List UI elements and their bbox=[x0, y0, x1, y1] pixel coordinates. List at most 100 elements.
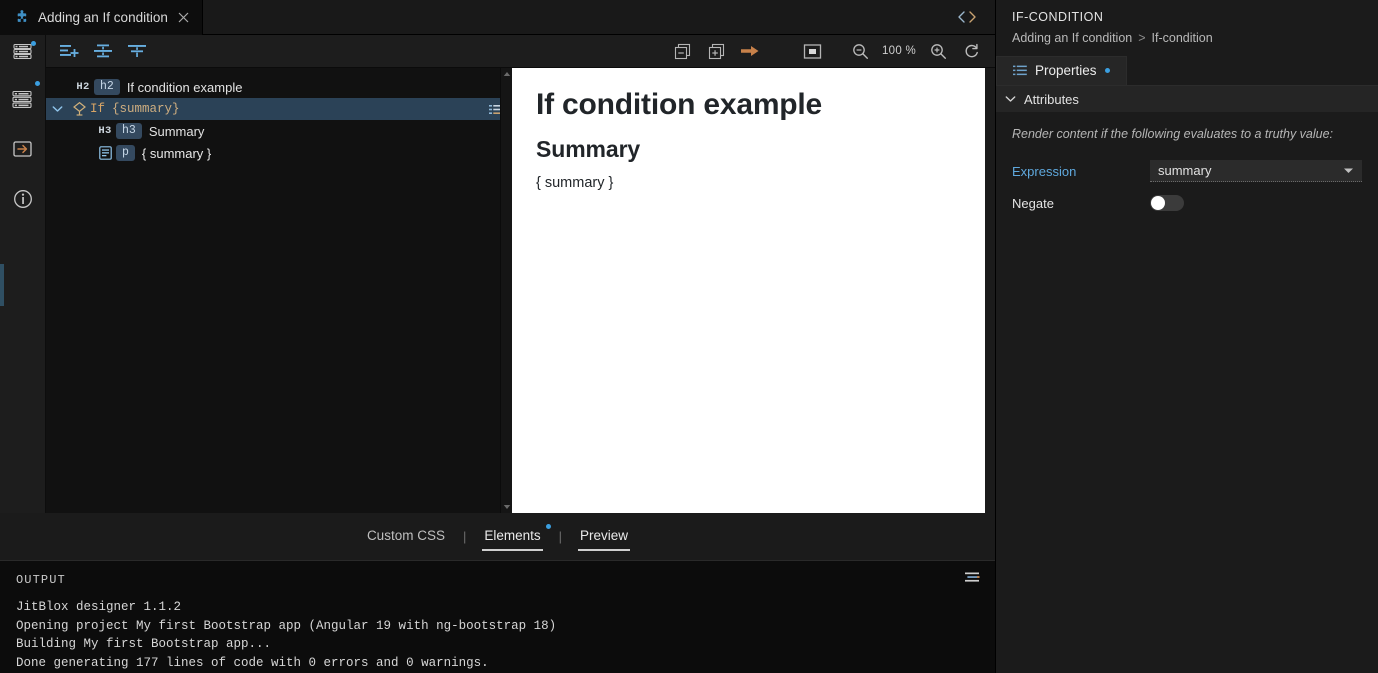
rail-active-marker bbox=[0, 264, 4, 306]
preview-canvas[interactable]: If condition example Summary { summary } bbox=[512, 68, 985, 516]
tab-properties-label: Properties bbox=[1035, 63, 1097, 78]
tab-label: Adding an If condition bbox=[38, 10, 168, 25]
expression-value: summary bbox=[1158, 163, 1212, 178]
tab-preview-underline bbox=[578, 549, 631, 551]
field-negate: Negate bbox=[1012, 195, 1362, 211]
zoom-level: 100 % bbox=[881, 45, 917, 57]
breadcrumb-current: If-condition bbox=[1151, 31, 1213, 45]
section-attributes[interactable]: Attributes bbox=[996, 86, 1378, 113]
inspector-title: IF-CONDITION bbox=[1012, 10, 1104, 24]
expression-select[interactable]: summary bbox=[1150, 160, 1362, 182]
tab-elements-underline bbox=[482, 549, 543, 551]
insert-below-icon[interactable] bbox=[125, 39, 149, 63]
refresh-icon[interactable] bbox=[959, 39, 983, 63]
workspace: H2 h2 If condition example If {summary} … bbox=[0, 68, 995, 516]
main-area: Adding an If condition 100 % H2 h2 If co… bbox=[0, 0, 996, 673]
inspector-panel: IF-CONDITION Adding an If condition > If… bbox=[996, 0, 1378, 673]
expand-all-icon[interactable] bbox=[704, 39, 728, 63]
toolbar-insert-group bbox=[46, 39, 149, 63]
tab-strip-filler bbox=[202, 0, 995, 34]
puzzle-icon bbox=[14, 9, 30, 26]
tree-row-label: If bbox=[90, 102, 106, 116]
go-to-next-icon[interactable] bbox=[738, 39, 762, 63]
output-line: JitBlox designer 1.1.2 bbox=[16, 600, 182, 614]
if-condition-diamond-icon bbox=[68, 101, 90, 117]
field-negate-label: Negate bbox=[1012, 195, 1054, 211]
tree-scrollbar[interactable] bbox=[500, 68, 512, 513]
sidebar-item-layers[interactable] bbox=[8, 81, 40, 114]
left-icon-rail bbox=[0, 68, 46, 513]
toolbar-rail-slot bbox=[0, 34, 46, 68]
sidebar-item-import[interactable] bbox=[8, 134, 38, 164]
breadcrumb: Adding an If condition > If-condition bbox=[996, 24, 1378, 45]
zoom-out-icon[interactable] bbox=[848, 39, 872, 63]
tab-preview-label: Preview bbox=[580, 527, 629, 543]
preview-panel: If condition example Summary { summary } bbox=[512, 68, 995, 516]
app-window: Adding an If condition 100 % H2 h2 If co… bbox=[0, 0, 1378, 673]
output-line: Building My first Bootstrap app... bbox=[16, 637, 272, 652]
element-tree-panel: H2 h2 If condition example If {summary} … bbox=[46, 68, 512, 513]
tree-row-kind: H2 bbox=[76, 81, 90, 93]
preview-paragraph: { summary } bbox=[536, 175, 614, 191]
output-options-icon[interactable] bbox=[965, 572, 981, 586]
inspector-tab-bar: Properties bbox=[996, 45, 1378, 86]
field-expression: Expression summary bbox=[1012, 160, 1362, 182]
negate-toggle-knob bbox=[1151, 196, 1165, 210]
zoom-in-icon[interactable] bbox=[926, 39, 950, 63]
sidebar-item-info[interactable] bbox=[8, 184, 38, 214]
element-tree: H2 h2 If condition example If {summary} … bbox=[46, 68, 512, 513]
tab-properties-dot bbox=[1104, 68, 1110, 73]
layers-dot bbox=[34, 81, 40, 86]
section-attributes-label: Attributes bbox=[1024, 91, 1079, 107]
close-icon[interactable] bbox=[176, 10, 192, 26]
tab-custom-css[interactable]: Custom CSS bbox=[365, 525, 447, 549]
insert-between-icon[interactable] bbox=[91, 39, 115, 63]
tab-separator: | bbox=[558, 529, 563, 544]
attributes-body: Render content if the following evaluate… bbox=[996, 113, 1378, 224]
unsaved-dot bbox=[30, 40, 36, 46]
tab-custom-css-label: Custom CSS bbox=[366, 527, 445, 543]
tab-separator: | bbox=[462, 529, 467, 544]
paragraph-icon bbox=[94, 146, 116, 160]
toolbar-view-group bbox=[670, 39, 824, 63]
tree-row-kind: H3 bbox=[98, 125, 112, 137]
code-brackets-icon[interactable] bbox=[952, 6, 982, 28]
negate-toggle[interactable] bbox=[1150, 195, 1184, 211]
collapse-all-icon[interactable] bbox=[670, 39, 694, 63]
tab-preview[interactable]: Preview bbox=[578, 525, 631, 551]
field-expression-label: Expression bbox=[1012, 163, 1077, 179]
tree-row-badge: h2 bbox=[94, 79, 120, 95]
editor-toolbar: 100 % bbox=[0, 34, 995, 68]
tree-row[interactable]: H2 h2 If condition example bbox=[46, 76, 512, 98]
add-element-icon[interactable] bbox=[57, 39, 81, 63]
tree-row-badge: h3 bbox=[116, 123, 142, 139]
tab-properties[interactable]: Properties bbox=[996, 56, 1127, 85]
tab-elements-dot bbox=[545, 523, 551, 529]
tree-row-badge: p bbox=[116, 145, 135, 161]
layers-panel-icon[interactable] bbox=[12, 40, 36, 60]
tree-row[interactable]: If {summary} bbox=[46, 98, 512, 120]
tree-row-label: { summary } bbox=[141, 145, 212, 161]
tree-row-expression: {summary} bbox=[112, 102, 180, 116]
breadcrumb-separator: > bbox=[1138, 31, 1146, 45]
chevron-down-icon[interactable] bbox=[46, 105, 68, 113]
output-line: Done generating 177 lines of code with 0… bbox=[16, 655, 489, 670]
scroll-up-arrow[interactable] bbox=[503, 68, 511, 80]
tree-row-label: If condition example bbox=[126, 79, 243, 95]
output-title: OUTPUT bbox=[16, 573, 66, 587]
tree-row[interactable]: p { summary } bbox=[46, 142, 512, 164]
tree-row[interactable]: H3 h3 Summary bbox=[46, 120, 512, 142]
properties-list-icon bbox=[1013, 65, 1027, 76]
scroll-down-arrow[interactable] bbox=[503, 501, 511, 513]
viewport-device-icon[interactable] bbox=[800, 39, 824, 63]
tab-adding-an-if-condition[interactable]: Adding an If condition bbox=[0, 0, 203, 35]
caret-down-icon bbox=[1343, 167, 1354, 174]
output-console: OUTPUT JitBlox designer 1.1.2 Opening pr… bbox=[0, 560, 995, 673]
attributes-hint: Render content if the following evaluate… bbox=[1012, 127, 1334, 141]
bottom-tab-bar: Custom CSS | Elements | Preview bbox=[0, 513, 995, 560]
tree-row-label: Summary bbox=[148, 123, 205, 139]
tab-elements[interactable]: Elements bbox=[482, 523, 551, 551]
tab-elements-label: Elements bbox=[484, 527, 541, 543]
breadcrumb-root[interactable]: Adding an If condition bbox=[1012, 31, 1132, 45]
tab-strip: Adding an If condition bbox=[0, 0, 995, 35]
